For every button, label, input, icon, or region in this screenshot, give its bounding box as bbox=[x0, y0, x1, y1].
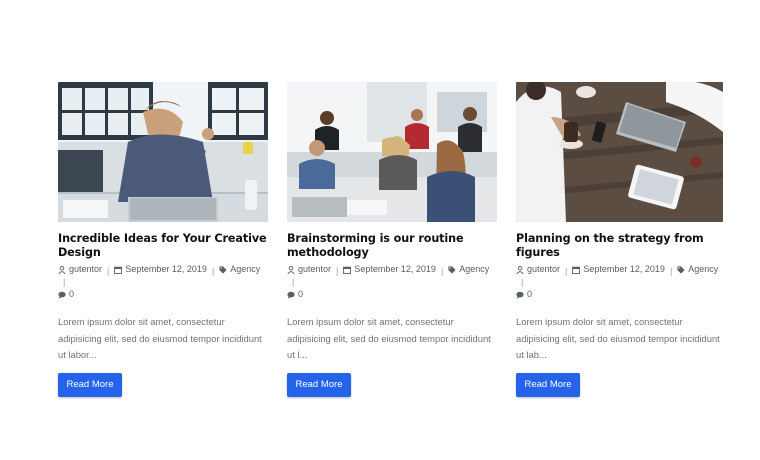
post-meta: gutentor | September 12, 2019 | Agency | 0 bbox=[58, 264, 268, 302]
read-more-button[interactable]: Read More bbox=[287, 372, 351, 397]
post-meta: gutentor | September 12, 2019 | Agency | 0 bbox=[287, 264, 497, 302]
tag-icon bbox=[448, 266, 456, 274]
post-thumbnail-image[interactable] bbox=[287, 82, 497, 222]
post-comment-count[interactable]: 0 bbox=[527, 289, 532, 301]
post-date[interactable]: September 12, 2019 bbox=[354, 264, 436, 276]
calendar-icon bbox=[343, 266, 352, 274]
post-author[interactable]: gutentor bbox=[298, 264, 331, 276]
post-meta: gutentor | September 12, 2019 | Agency | 0 bbox=[516, 264, 723, 302]
post-grid: Incredible Ideas for Your Creative Desig… bbox=[58, 82, 723, 397]
read-more-button[interactable]: Read More bbox=[58, 372, 122, 397]
post-title[interactable]: Planning on the strategy from figures bbox=[516, 232, 723, 259]
user-icon bbox=[516, 265, 524, 274]
post-card: Brainstorming is our routine methodology… bbox=[287, 82, 497, 397]
post-title[interactable]: Brainstorming is our routine methodology bbox=[287, 232, 497, 259]
post-thumbnail-image[interactable] bbox=[58, 82, 268, 222]
post-date[interactable]: September 12, 2019 bbox=[583, 264, 665, 276]
post-excerpt: Lorem ipsum dolor sit amet, consectetur … bbox=[58, 316, 262, 360]
post-date[interactable]: September 12, 2019 bbox=[125, 264, 207, 276]
post-excerpt: Lorem ipsum dolor sit amet, consectetur … bbox=[516, 316, 720, 360]
calendar-icon bbox=[572, 266, 581, 274]
comment-icon bbox=[516, 291, 524, 299]
post-card: Planning on the strategy from figures gu… bbox=[516, 82, 723, 397]
post-comment-count[interactable]: 0 bbox=[69, 289, 74, 301]
user-icon bbox=[287, 265, 295, 274]
post-author[interactable]: gutentor bbox=[69, 264, 102, 276]
comment-icon bbox=[58, 291, 66, 299]
read-more-button[interactable]: Read More bbox=[516, 372, 580, 397]
comment-icon bbox=[287, 291, 295, 299]
post-category[interactable]: Agency bbox=[688, 264, 718, 276]
user-icon bbox=[58, 265, 66, 274]
post-category[interactable]: Agency bbox=[459, 264, 489, 276]
tag-icon bbox=[219, 266, 227, 274]
tag-icon bbox=[677, 266, 685, 274]
post-card: Incredible Ideas for Your Creative Desig… bbox=[58, 82, 268, 397]
calendar-icon bbox=[114, 266, 123, 274]
post-category[interactable]: Agency bbox=[230, 264, 260, 276]
post-author[interactable]: gutentor bbox=[527, 264, 560, 276]
post-thumbnail-image[interactable] bbox=[516, 82, 723, 222]
post-comment-count[interactable]: 0 bbox=[298, 289, 303, 301]
post-title[interactable]: Incredible Ideas for Your Creative Desig… bbox=[58, 232, 268, 259]
post-excerpt: Lorem ipsum dolor sit amet, consectetur … bbox=[287, 316, 491, 360]
